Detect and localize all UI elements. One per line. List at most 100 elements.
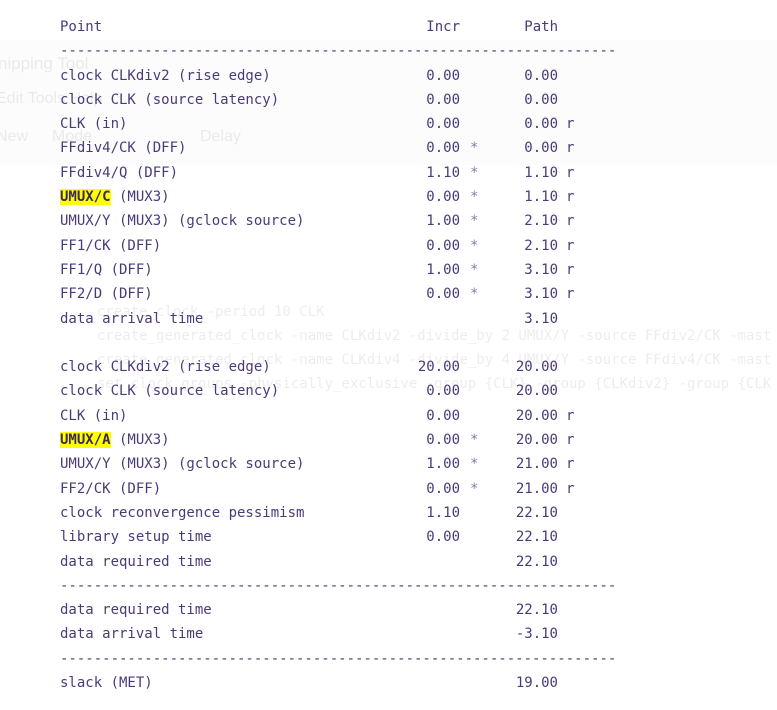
highlighted-pin: UMUX/C	[60, 189, 111, 206]
report-row: CLK (in) 0.00 20.00 r	[0, 404, 777, 428]
report-row: library setup time 0.00 22.10	[0, 525, 777, 549]
report-row: data required time 22.10	[0, 598, 777, 622]
point-text: data arrival time	[60, 626, 204, 643]
incr-cell: 0.00	[426, 67, 460, 84]
path-cell: 2.10	[524, 213, 558, 230]
edge-flag: r	[566, 432, 575, 449]
report-row: UMUX/Y (MUX3) (gclock source) 1.00 * 2.10 r	[0, 209, 777, 233]
critical-marker: *	[470, 456, 479, 473]
edge-flag: r	[566, 189, 575, 206]
edge-flag: r	[566, 140, 575, 157]
report-row: FF1/CK (DFF) 0.00 * 2.10 r	[0, 234, 777, 258]
incr-cell: 1.10	[426, 164, 460, 181]
separator-line: ----------------------------------------…	[60, 650, 617, 667]
timing-report: Point Incr Path ---------------------------…	[0, 15, 777, 695]
incr-cell: 0.00	[426, 432, 460, 449]
point-text: FF2/CK (DFF)	[60, 480, 162, 497]
report-header: Point Incr Path	[0, 15, 777, 39]
point-text: clock CLK (source latency)	[60, 383, 280, 400]
path-cell: 3.10	[524, 310, 558, 327]
edge-flag: r	[566, 286, 575, 303]
header-incr: Incr	[426, 19, 460, 35]
report-row: clock CLK (source latency) 0.00 20.00	[0, 379, 777, 403]
incr-cell: 0.00	[426, 116, 460, 133]
point-cell: FFdiv4/Q (DFF)	[60, 161, 178, 185]
incr-cell: 1.10	[426, 504, 460, 521]
point-text: library setup time	[60, 529, 212, 546]
point-text: data required time	[60, 553, 212, 570]
incr-cell: 1.00	[426, 213, 460, 230]
report-row: data arrival time 3.10	[0, 307, 777, 331]
critical-marker: *	[470, 480, 479, 497]
point-text: UMUX/Y (MUX3) (gclock source)	[60, 456, 305, 473]
path-cell: 21.00	[515, 480, 558, 497]
path-cell: 0.00	[524, 91, 558, 108]
separator-line: ----------------------------------------…	[60, 43, 617, 60]
point-cell: UMUX/Y (MUX3) (gclock source)	[60, 452, 304, 476]
point-text: FFdiv4/CK (DFF)	[60, 140, 187, 157]
separator: ----------------------------------------…	[0, 574, 777, 598]
point-text: FF2/D (DFF)	[60, 286, 153, 303]
point-cell: clock CLKdiv2 (rise edge)	[60, 355, 271, 379]
edge-flag: r	[566, 407, 575, 424]
point-text: CLK (in)	[60, 407, 128, 424]
critical-marker: *	[470, 237, 479, 254]
point-text: data arrival time	[60, 310, 204, 327]
path-cell: 0.00	[524, 116, 558, 133]
incr-cell: 0.00	[426, 189, 460, 206]
point-text: clock reconvergence pessimism	[60, 504, 305, 521]
point-text: clock CLKdiv2 (rise edge)	[60, 67, 271, 84]
report-row: clock CLK (source latency) 0.00 0.00	[0, 88, 777, 112]
incr-cell: 0.00	[426, 529, 460, 546]
report-row: CLK (in) 0.00 0.00 r	[0, 112, 777, 136]
path-cell: 20.00	[515, 407, 558, 424]
point-cell: UMUX/C (MUX3)	[60, 185, 170, 209]
point-text: UMUX/Y (MUX3) (gclock source)	[60, 213, 305, 230]
report-row: FFdiv4/Q (DFF) 1.10 * 1.10 r	[0, 161, 777, 185]
point-cell: UMUX/A (MUX3)	[60, 428, 170, 452]
report-row: FF2/D (DFF) 0.00 * 3.10 r	[0, 282, 777, 306]
critical-marker: *	[470, 286, 479, 303]
point-text: slack (MET)	[60, 675, 153, 692]
path-cell: 20.00	[515, 383, 558, 400]
point-text: clock CLKdiv2 (rise edge)	[60, 359, 271, 376]
incr-cell: 0.00	[426, 383, 460, 400]
incr-cell: 0.00	[426, 407, 460, 424]
edge-flag: r	[566, 480, 575, 497]
critical-marker: *	[470, 261, 479, 278]
path-cell: 20.00	[515, 359, 558, 376]
report-row: UMUX/Y (MUX3) (gclock source) 1.00 * 21.00 r	[0, 452, 777, 476]
report-row: FF2/CK (DFF) 0.00 * 21.00 r	[0, 477, 777, 501]
incr-cell: 0.00	[426, 237, 460, 254]
report-row: UMUX/C (MUX3) 0.00 * 1.10 r	[0, 185, 777, 209]
point-cell: UMUX/Y (MUX3) (gclock source)	[60, 209, 304, 233]
incr-cell: 0.00	[426, 480, 460, 497]
point-text: (MUX3)	[110, 432, 170, 449]
report-row: UMUX/A (MUX3) 0.00 * 20.00 r	[0, 428, 777, 452]
report-row: data arrival time -3.10	[0, 622, 777, 646]
header-path: Path	[524, 19, 558, 35]
report-row: data required time 22.10	[0, 550, 777, 574]
incr-cell: 0.00	[426, 91, 460, 108]
point-cell: FF2/D (DFF)	[60, 282, 153, 306]
path-cell: 22.10	[515, 602, 558, 619]
point-text: CLK (in)	[60, 116, 128, 133]
report-row: FF1/Q (DFF) 1.00 * 3.10 r	[0, 258, 777, 282]
path-cell: 21.00	[515, 456, 558, 473]
path-cell: 0.00	[524, 67, 558, 84]
path-cell: 22.10	[515, 529, 558, 546]
point-text: clock CLK (source latency)	[60, 91, 280, 108]
separator-line: ----------------------------------------…	[60, 577, 617, 594]
incr-cell: 0.00	[426, 140, 460, 157]
critical-marker: *	[470, 189, 479, 206]
header-point: Point	[60, 19, 103, 35]
incr-cell: 1.00	[426, 456, 460, 473]
point-cell: clock CLK (source latency)	[60, 379, 279, 403]
point-cell: clock CLK (source latency)	[60, 88, 279, 112]
highlighted-pin: UMUX/A	[60, 432, 111, 449]
path-cell: 3.10	[524, 286, 558, 303]
edge-flag: r	[566, 237, 575, 254]
edge-flag: r	[566, 213, 575, 230]
path-cell: 2.10	[524, 237, 558, 254]
